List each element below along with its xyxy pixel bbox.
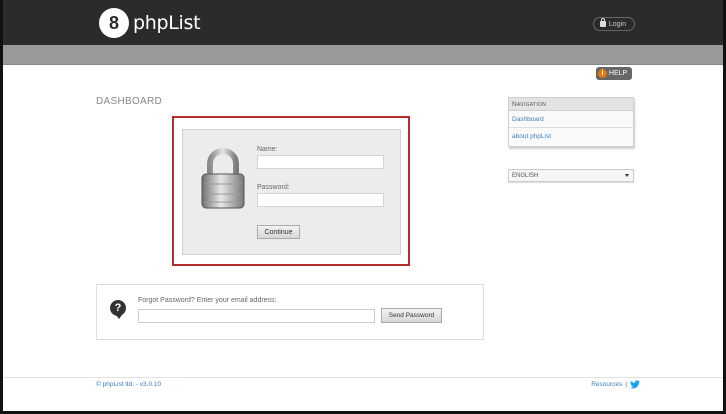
language-selected: ENGLISH — [512, 172, 539, 179]
nav-item-dashboard[interactable]: Dashboard — [509, 111, 633, 128]
footer-divider — [3, 377, 723, 378]
phplist-logo[interactable]: 8 phpList — [99, 8, 201, 38]
forgot-password-label: Forgot Password? Enter your email addres… — [138, 297, 277, 304]
footer-links: Resources | — [591, 380, 640, 389]
forgot-email-input[interactable] — [138, 309, 375, 323]
login-label: Login — [608, 20, 626, 28]
navigation-panel: Navigation Dashboard about phpList — [508, 97, 634, 147]
password-label: Password: — [257, 184, 290, 191]
sub-header-bar — [3, 45, 723, 65]
language-select[interactable]: ENGLISH — [508, 169, 634, 182]
navigation-heading: Navigation — [509, 98, 633, 111]
login-button[interactable]: Login — [592, 17, 635, 31]
resources-link[interactable]: Resources — [591, 381, 622, 388]
top-bar: 8 phpList Login — [3, 0, 723, 45]
page-title: DASHBOARD — [96, 96, 163, 107]
help-button[interactable]: i HELP — [596, 67, 633, 80]
brand-name: phpList — [133, 12, 201, 34]
name-input[interactable] — [257, 155, 384, 169]
continue-button[interactable]: Continue — [257, 225, 300, 239]
twitter-icon[interactable] — [630, 380, 640, 389]
password-input[interactable] — [257, 193, 384, 207]
name-label: Name: — [257, 146, 278, 153]
nav-item-about-phplist[interactable]: about phpList — [509, 128, 633, 145]
help-label: HELP — [609, 70, 628, 77]
phplist-logo-icon: 8 — [99, 8, 129, 38]
dropdown-caret-icon — [625, 174, 629, 177]
send-password-button[interactable]: Send Password — [381, 308, 442, 323]
padlock-icon — [201, 148, 245, 209]
info-icon: i — [598, 69, 607, 78]
lock-icon — [599, 18, 606, 27]
question-bubble-icon: ? — [110, 300, 126, 319]
footer-separator: | — [625, 381, 627, 388]
footer-copyright[interactable]: © phpList ltd. - v3.0.10 — [96, 381, 161, 388]
